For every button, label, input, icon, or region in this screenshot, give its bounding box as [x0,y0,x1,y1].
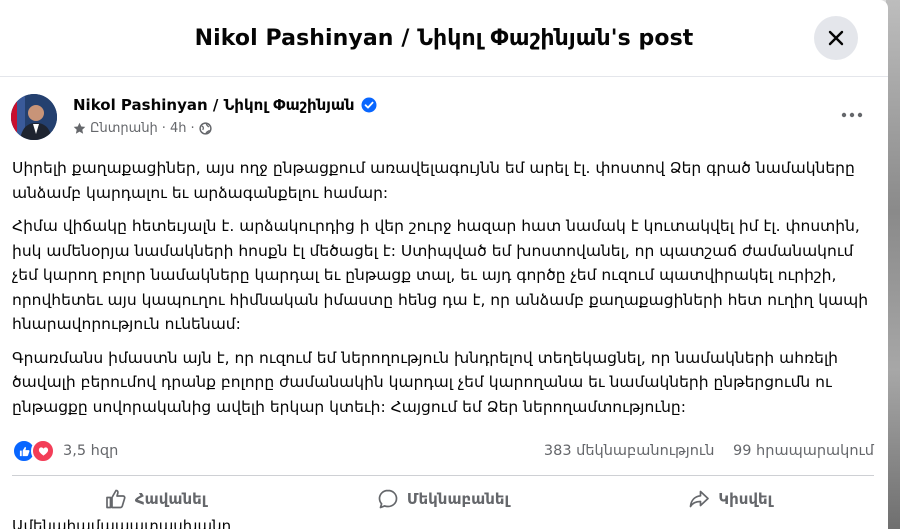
dialog-title: Nikol Pashinyan / Նիկոլ Փաշինյան's post [194,25,694,51]
comment-sort-label[interactable]: Ամենահամապատասխանը [12,517,231,529]
post-paragraph: Գրառմանս իմաստն այն է, որ ուզում եմ ներո… [12,348,838,416]
dialog-header: Nikol Pashinyan / Նիկոլ Փաշինյան's post [0,0,888,77]
engagement-counts: 383 մեկնաբանություն 99 հրապարակում [530,443,874,459]
comment-icon [378,489,398,509]
thumbs-up-icon [106,489,126,509]
shares-count[interactable]: 99 հրապարակում [733,443,874,459]
like-button-label: Հավանել [134,490,207,508]
comment-button-label: Մեկնաբանել [406,490,510,508]
verified-badge-icon [361,97,377,113]
meta-separator: · [190,121,195,136]
meta-separator: · [161,121,166,136]
more-options-button[interactable] [838,105,866,125]
post-paragraph: Հիմա վիճակը հետեւյալն է. արձակուրդից ի վ… [12,217,869,333]
share-icon [690,490,710,508]
author-name[interactable]: Nikol Pashinyan / Նիկոլ Փաշինյան [73,96,355,114]
post-time[interactable]: 4h [170,121,187,136]
reactions-count[interactable]: 3,5 հզր [63,443,118,459]
share-button-label: Կիսվել [718,490,773,508]
close-button[interactable] [814,16,858,60]
post-text: Սիրելի քաղաքացիներ, այս ողջ ընթացքում առ… [12,156,874,428]
avatar-image [11,94,57,140]
post-dialog: Nikol Pashinyan / Նիկոլ Փաշինյան's post … [0,0,888,529]
author-row: Nikol Pashinyan / Նիկոլ Փաշինյան [73,96,377,114]
post-meta: Ընտրանի · 4h · [73,121,212,136]
author-avatar[interactable] [11,94,57,140]
share-button[interactable]: Կիսվել [587,481,874,517]
post-actions: Հավանել Մեկնաբանել Կիսվել [12,477,874,521]
audience-label[interactable]: Ընտրանի [90,121,158,136]
post-paragraph: Սիրելի քաղաքացիներ, այս ողջ ընթացքում առ… [12,159,855,202]
love-reaction-icon [31,439,55,463]
page-backdrop [886,0,900,529]
star-icon [73,122,86,134]
reactions-summary: 3,5 հզր 383 մեկնաբանություն 99 հրապարակո… [12,438,874,464]
comment-button[interactable]: Մեկնաբանել [299,481,586,517]
reactions-count-group[interactable]: 3,5 հզր [12,439,118,463]
globe-icon [198,122,212,135]
like-button[interactable]: Հավանել [12,481,299,517]
reaction-icons [12,439,55,463]
close-icon [828,30,844,46]
comments-count[interactable]: 383 մեկնաբանություն [544,443,715,459]
more-dots-icon [841,112,863,118]
divider [12,475,874,476]
